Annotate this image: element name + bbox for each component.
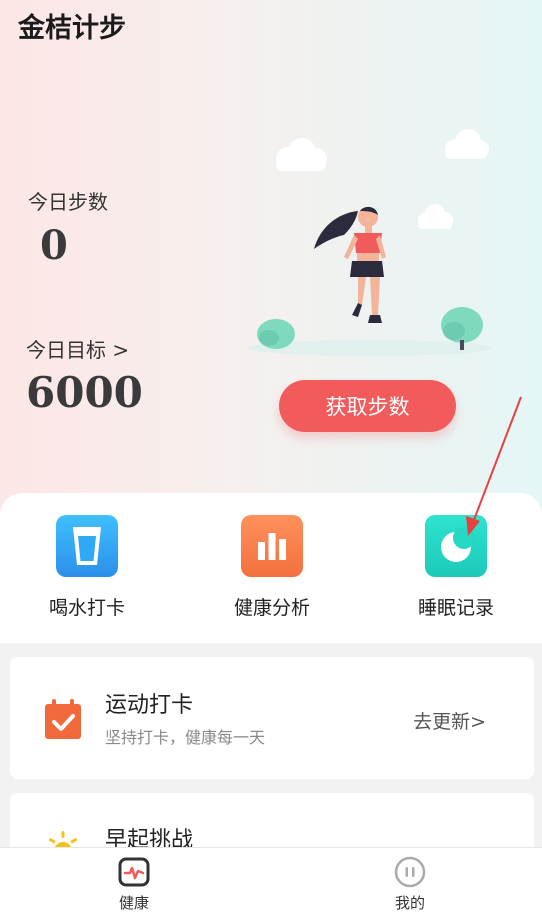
tab-health[interactable]: 健康 <box>94 856 174 913</box>
cloud-icon <box>445 129 489 159</box>
health-monitor-icon <box>118 857 150 887</box>
runner-illustration <box>248 129 492 356</box>
goal-value: 6000 <box>26 368 143 417</box>
water-checkin-label: 喝水打卡 <box>48 597 125 619</box>
sleep-record-label: 睡眠记录 <box>417 597 494 619</box>
bottom-tab-bar: 健康 我的 <box>0 847 542 919</box>
quick-actions-panel: 喝水打卡 健康分析 睡眠记录 <box>0 493 542 643</box>
bush-icon <box>257 319 295 349</box>
calendar-check-icon <box>44 698 82 744</box>
update-link[interactable]: 去更新> <box>413 707 486 734</box>
steps-label: 今日步数 <box>28 190 108 214</box>
moon-icon <box>425 515 487 577</box>
water-cup-icon <box>56 515 118 577</box>
early-rise-card[interactable]: 早起挑战 <box>10 793 534 860</box>
card-subtitle: 坚持打卡，健康每一天 <box>105 728 266 747</box>
bar-chart-icon <box>241 515 303 577</box>
profile-icon <box>394 856 426 888</box>
cloud-icon <box>276 138 327 171</box>
sleep-record-button[interactable]: 睡眠记录 <box>396 515 516 620</box>
water-checkin-button[interactable]: 喝水打卡 <box>27 515 147 620</box>
tab-mine-label: 我的 <box>394 894 425 912</box>
exercise-checkin-card[interactable]: 运动打卡 坚持打卡，健康每一天 去更新> <box>10 657 534 779</box>
health-analysis-button[interactable]: 健康分析 <box>212 515 332 620</box>
card-title: 运动打卡 <box>105 693 194 718</box>
tab-mine[interactable]: 我的 <box>370 856 450 913</box>
runner-figure <box>314 206 386 323</box>
get-steps-button[interactable]: 获取步数 <box>279 380 456 432</box>
tab-health-label: 健康 <box>118 894 149 912</box>
cloud-icon <box>418 204 453 229</box>
hero-section: 金桔计步 今日步数 0 今日目标 > 6000 获取步数 <box>0 0 542 520</box>
goal-link[interactable]: 今日目标 > <box>26 334 129 363</box>
app-title: 金桔计步 <box>18 13 126 44</box>
steps-value: 0 <box>40 222 68 269</box>
health-analysis-label: 健康分析 <box>233 597 310 619</box>
